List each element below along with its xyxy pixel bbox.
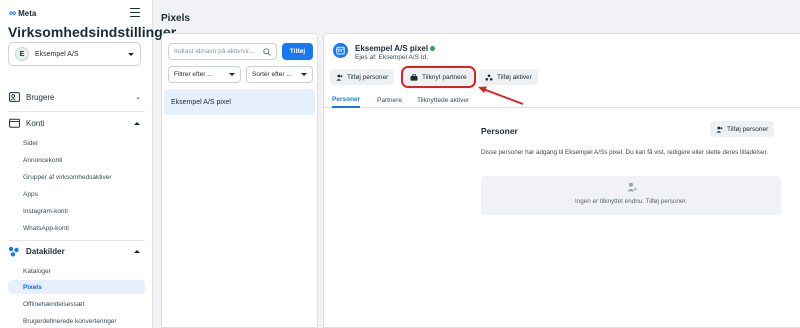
status-dot (430, 46, 436, 51)
chevron-down-icon (128, 52, 134, 56)
add-assets-label: Tilføj aktiver (497, 73, 532, 81)
account-selector[interactable]: E Eksempel A/S (8, 42, 141, 66)
sidebar-item-whatsapp-accounts[interactable]: WhatsApp-konti (8, 221, 145, 235)
assign-partners-label: Tilknyt partnere (422, 73, 467, 81)
person-add-icon (336, 74, 343, 81)
sidebar-item-pixels[interactable]: Pixels (8, 280, 145, 294)
search-input[interactable] (174, 48, 260, 55)
sidebar-section-accounts[interactable]: Konti (8, 115, 145, 131)
briefcase-icon (410, 73, 418, 81)
sidebar-section-label: Datakilder (26, 246, 65, 256)
assets-icon (485, 74, 493, 81)
sidebar-item-ad-accounts[interactable]: Annoncekonti (8, 153, 145, 167)
empty-state-text: Ingen er tilknyttet endnu. Tilføj person… (574, 198, 687, 205)
meta-logo[interactable]: ∞ Meta (9, 7, 37, 19)
pixel-icon (333, 43, 348, 58)
sidebar-section-label: Konti (26, 118, 45, 128)
filter-dropdown[interactable]: Filtrer efter ... (168, 66, 241, 83)
account-avatar: E (15, 47, 29, 61)
sidebar-item-apps[interactable]: Apps (8, 187, 145, 201)
sidebar-item-pages[interactable]: Sider (8, 136, 145, 150)
chevron-down-icon (229, 73, 235, 76)
sidebar-section-data-sources[interactable]: Datakilder (8, 243, 145, 259)
detail-tabs: Personer Partnere Tilknyttede aktiver (324, 92, 800, 108)
pixel-name: Eksempel A/S pixel (355, 44, 436, 53)
add-people-section-label: Tilføj personer (727, 125, 769, 133)
assign-partners-button[interactable]: Tilknyt partnere (401, 66, 476, 88)
annotation-arrow-icon (478, 86, 524, 105)
users-icon (8, 92, 20, 102)
tab-partners[interactable]: Partnere (377, 92, 402, 108)
sidebar-item-custom-conversions[interactable]: Brugerdefinerede konverteringer (8, 314, 145, 328)
search-icon[interactable] (263, 48, 271, 56)
sidebar-item-asset-groups[interactable]: Grupper af virksomhedsaktiver (8, 170, 145, 184)
chevron-down-icon (301, 73, 307, 76)
divider (8, 240, 145, 241)
pixel-name-text: Eksempel A/S pixel (355, 44, 429, 53)
pixel-detail-panel: Eksempel A/S pixel Ejes af: Eksempel A/S… (323, 33, 800, 328)
sort-label: Sortér efter ... (252, 71, 292, 78)
accounts-icon (8, 118, 20, 128)
divider (8, 111, 145, 112)
sidebar-item-catalogs[interactable]: Kataloger (8, 264, 145, 278)
persons-description: Disse personer har adgang til Eksempel A… (481, 149, 769, 156)
list-item[interactable]: Eksempel A/S pixel (164, 89, 315, 115)
business-settings-title: Virksomhedsindstillinger (8, 24, 177, 40)
person-add-icon (627, 182, 637, 192)
add-people-button[interactable]: Tilføj personer (330, 69, 395, 85)
add-pixel-button[interactable]: Tilføj (282, 43, 313, 60)
meta-infinity-icon: ∞ (9, 7, 17, 19)
add-people-section-button[interactable]: Tilføj personer (710, 121, 775, 137)
tab-assigned-assets[interactable]: Tilknyttede aktiver (417, 92, 469, 108)
sidebar-section-users[interactable]: Brugere ⌄ (8, 89, 145, 105)
account-name: Eksempel A/S (35, 50, 79, 58)
pixel-owner: Ejes af: Eksempel A/S Id: (355, 54, 428, 61)
page-title: Pixels (161, 13, 190, 24)
sidebar: ∞ Meta Virksomhedsindstillinger E Eksemp… (0, 0, 176, 328)
tab-people[interactable]: Personer (332, 92, 361, 108)
meta-logo-text: Meta (18, 9, 37, 18)
filter-label: Filtrer efter ... (174, 71, 213, 78)
chevron-up-icon (134, 249, 140, 253)
data-sources-icon (8, 246, 20, 256)
sidebar-section-label: Brugere (26, 92, 55, 102)
add-assets-button[interactable]: Tilføj aktiver (479, 69, 538, 85)
add-people-label: Tilføj personer (347, 73, 389, 81)
person-add-icon (716, 126, 723, 133)
chevron-down-icon: ⌄ (135, 94, 141, 101)
chevron-up-icon (134, 121, 140, 125)
sidebar-item-offline-event-sets[interactable]: Offlinehændelsessæt (8, 297, 145, 311)
persons-section-title: Personer (481, 126, 518, 136)
pixel-list-panel: Tilføj Filtrer efter ... Sortér efter ..… (161, 33, 318, 328)
sidebar-item-instagram-accounts[interactable]: Instagram-konti (8, 204, 145, 218)
menu-icon[interactable] (130, 8, 140, 17)
search-box (168, 43, 277, 60)
sort-dropdown[interactable]: Sortér efter ... (246, 66, 313, 83)
empty-state: Ingen er tilknyttet endnu. Tilføj person… (481, 176, 781, 215)
